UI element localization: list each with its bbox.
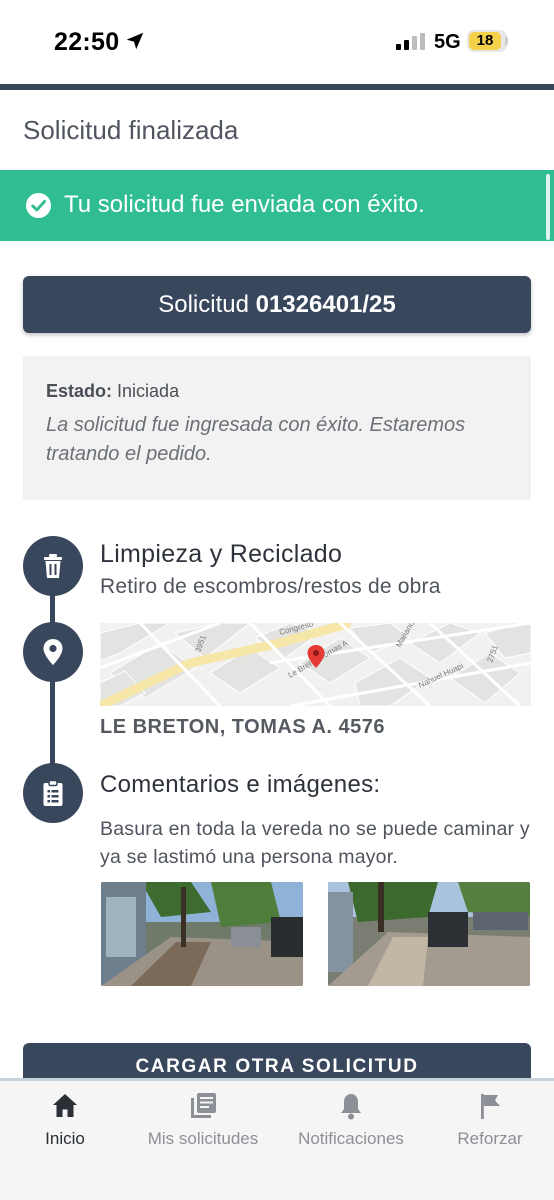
category-subtitle: Retiro de escombros/restos de obra xyxy=(100,575,441,598)
address: LE BRETON, TOMAS A. 4576 xyxy=(100,716,386,738)
status-line: Estado: Iniciada xyxy=(46,381,179,402)
location-node xyxy=(23,622,83,682)
battery-level: 18 xyxy=(476,32,494,49)
bottom-nav: Inicio Mis solicitudes Notificaciones Re… xyxy=(0,1078,554,1200)
status-time: 22:50 xyxy=(54,28,120,56)
cellular-signal-icon xyxy=(396,33,425,50)
request-label: Solicitud xyxy=(158,291,249,318)
status-label: Estado: xyxy=(46,381,113,401)
documents-icon xyxy=(191,1093,216,1118)
nav-item-reforzar[interactable]: Reforzar xyxy=(450,1091,530,1161)
scroll-indicator xyxy=(546,174,550,240)
street-photo-image xyxy=(101,882,303,986)
battery-cap xyxy=(505,37,508,45)
check-circle-icon xyxy=(25,192,52,219)
success-message: Tu solicitud fue enviada con éxito. xyxy=(64,191,425,218)
category-title: Limpieza y Reciclado xyxy=(100,540,343,568)
nav-item-inicio[interactable]: Inicio xyxy=(30,1091,100,1161)
street-photo-image xyxy=(328,882,530,986)
trash-icon xyxy=(44,554,62,578)
clipboard-icon xyxy=(43,779,63,806)
page-title: Solicitud finalizada xyxy=(23,115,239,145)
comments-text: Basura en toda la vereda no se puede cam… xyxy=(100,818,530,868)
request-number: 01326401/25 xyxy=(255,291,396,318)
status-value: Iniciada xyxy=(117,381,180,401)
category-node xyxy=(23,536,83,596)
comments-node xyxy=(23,763,83,823)
battery-icon: 18 xyxy=(467,30,507,52)
map-graphic: Congreso Le Breton Tomas A Mariano Grand… xyxy=(100,623,531,706)
nav-item-mis-solicitudes[interactable]: Mis solicitudes xyxy=(140,1091,266,1161)
map-pin-icon xyxy=(43,639,63,665)
nav-item-notificaciones[interactable]: Notificaciones xyxy=(292,1091,410,1161)
location-map[interactable]: Congreso Le Breton Tomas A Mariano Grand… xyxy=(100,623,531,706)
status-box: Estado: Iniciada La solicitud fue ingres… xyxy=(23,356,531,500)
nav-label: Reforzar xyxy=(457,1129,523,1148)
home-icon xyxy=(53,1094,77,1117)
attached-photo[interactable] xyxy=(101,882,303,986)
comments-title: Comentarios e imágenes: xyxy=(100,771,381,798)
network-type: 5G xyxy=(434,31,461,53)
header-divider xyxy=(0,84,554,90)
status-bar: 22:50 5G 18 xyxy=(0,0,554,84)
bell-icon xyxy=(341,1094,361,1120)
attached-photo[interactable] xyxy=(328,882,530,986)
nav-label: Inicio xyxy=(45,1129,85,1148)
nav-label: Notificaciones xyxy=(298,1129,404,1148)
request-number-header: Solicitud 01326401/25 xyxy=(23,276,531,333)
flag-icon xyxy=(481,1094,500,1119)
nav-label: Mis solicitudes xyxy=(147,1129,259,1148)
status-message: La solicitud fue ingresada con éxito. Es… xyxy=(46,414,466,465)
location-arrow-icon xyxy=(126,32,144,50)
